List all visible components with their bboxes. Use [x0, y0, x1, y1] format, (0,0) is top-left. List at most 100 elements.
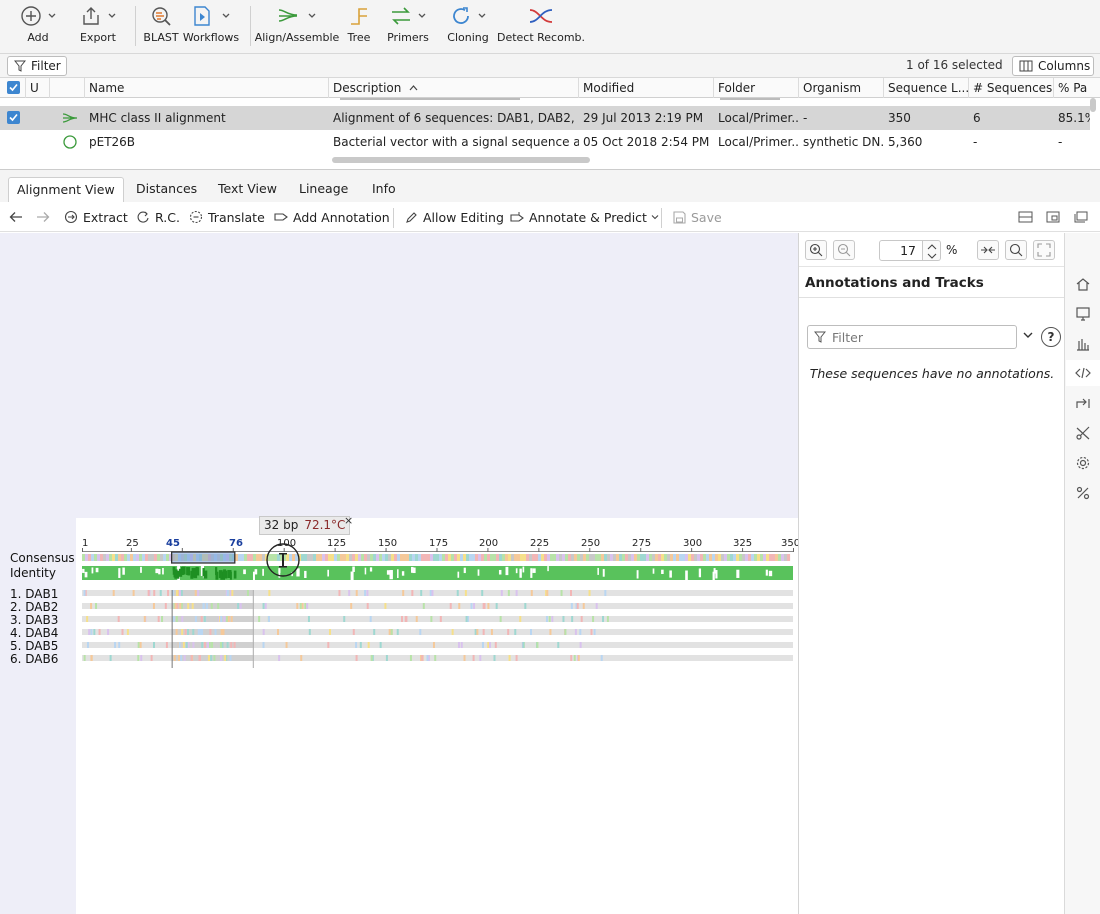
sequence-difference — [301, 603, 304, 609]
column-header-folder[interactable]: Folder — [714, 78, 799, 98]
sequence-difference — [285, 642, 288, 648]
extract-button[interactable]: Extract — [64, 209, 128, 225]
zoom-out-button[interactable] — [833, 240, 855, 260]
zoom-in-button[interactable] — [805, 240, 827, 260]
back-button[interactable] — [9, 209, 28, 225]
consensus-base — [535, 554, 539, 561]
primers-button[interactable]: Primers — [387, 5, 429, 51]
sequence-difference — [350, 603, 353, 609]
row-modified: 29 Jul 2013 2:19 PM — [583, 111, 704, 125]
sequence-difference — [580, 616, 583, 622]
add-annotation-button[interactable]: Add Annotation — [274, 209, 390, 225]
table-row[interactable]: MHC class II alignment Alignment of 6 se… — [0, 106, 1090, 130]
column-header-percent-pairwise[interactable]: % Pa — [1054, 78, 1090, 98]
zoom-to-base-button[interactable] — [1005, 240, 1027, 260]
cloning-button[interactable]: Cloning — [447, 5, 489, 51]
annotation-filter-input[interactable]: Filter — [807, 325, 1017, 349]
align-assemble-button[interactable]: Align/Assemble — [255, 5, 339, 51]
tab-alignment-view[interactable]: Alignment View — [8, 177, 124, 202]
consensus-base — [559, 554, 563, 561]
sequence-difference — [157, 616, 160, 622]
ruler-tick — [589, 548, 591, 552]
restriction-button[interactable] — [1073, 423, 1093, 443]
zoom-stepper[interactable] — [923, 240, 941, 261]
display-button[interactable] — [1073, 304, 1093, 324]
forward-button[interactable] — [36, 209, 55, 225]
consensus-base — [148, 554, 152, 561]
column-header-description[interactable]: Description — [329, 78, 579, 98]
row-checkbox[interactable] — [7, 111, 20, 124]
identity-gap — [412, 567, 416, 574]
split-vertical-button[interactable] — [1046, 209, 1065, 225]
select-all-header[interactable] — [0, 78, 26, 98]
home-button[interactable] — [1073, 274, 1093, 294]
identity-gap — [243, 569, 246, 575]
column-header-u[interactable]: U — [26, 78, 50, 98]
tooltip-close-icon[interactable]: × — [344, 514, 353, 527]
consensus-base — [583, 554, 587, 561]
new-window-button[interactable] — [1074, 209, 1093, 225]
row-organism: - — [803, 111, 808, 125]
ruler-tick — [283, 548, 285, 552]
column-header-organism[interactable]: Organism — [799, 78, 884, 98]
alignment-canvas[interactable]: 32 bp 72.1°C × 1 25 45 76 100 125 150 175… — [0, 233, 800, 914]
code-view-button[interactable] — [1066, 360, 1100, 386]
chevron-down-icon[interactable] — [1022, 330, 1034, 340]
horizontal-scrollbar[interactable] — [332, 157, 590, 163]
tab-text-view[interactable]: Text View — [210, 177, 285, 202]
identity-gap — [715, 570, 718, 579]
column-header-sequence-length[interactable]: Sequence L... — [884, 78, 969, 98]
chevron-down-icon — [478, 13, 485, 18]
allow-editing-button[interactable]: Allow Editing — [405, 209, 504, 225]
table-row[interactable]: pET26B Bacterial vector with a signal se… — [0, 130, 1090, 154]
consensus-base — [715, 554, 719, 561]
tab-distances[interactable]: Distances — [128, 177, 205, 202]
vertical-scrollbar[interactable] — [1090, 98, 1096, 112]
sequence-difference — [210, 655, 213, 661]
sequence-difference — [570, 655, 573, 661]
columns-button[interactable]: Columns — [1012, 56, 1094, 76]
save-button[interactable]: Save — [673, 209, 722, 225]
identity-high — [187, 567, 190, 576]
filter-button[interactable]: Filter — [7, 56, 67, 76]
consensus-base — [550, 554, 554, 561]
help-button[interactable]: ? — [1041, 327, 1061, 347]
export-button[interactable]: Export — [77, 5, 119, 51]
zoom-level-input[interactable]: 17 — [879, 240, 923, 261]
column-header-type[interactable] — [50, 78, 85, 98]
split-horizontal-button[interactable] — [1018, 209, 1038, 225]
translate-button[interactable]: Translate — [189, 209, 265, 225]
blast-button[interactable]: BLAST — [143, 5, 179, 51]
sequence-label-dab6[interactable]: 6. DAB6 — [10, 653, 58, 666]
percent-button[interactable] — [1073, 483, 1093, 503]
settings-button[interactable] — [1073, 453, 1093, 473]
tab-lineage[interactable]: Lineage — [291, 177, 356, 202]
column-header-modified[interactable]: Modified — [579, 78, 714, 98]
tree-button[interactable]: Tree — [344, 5, 374, 51]
primers-icon — [391, 7, 410, 25]
sequence-difference — [439, 616, 442, 622]
reverse-complement-button[interactable]: R.C. — [136, 209, 180, 225]
sequence-difference — [419, 629, 422, 635]
column-header-name[interactable]: Name — [85, 78, 329, 98]
consensus-base — [307, 554, 311, 561]
sequence-difference — [153, 642, 156, 648]
percent-icon — [1076, 486, 1090, 500]
workflows-button[interactable]: Workflows — [183, 5, 239, 51]
sequence-difference — [227, 616, 230, 622]
column-header-num-sequences[interactable]: # Sequences — [969, 78, 1054, 98]
zoom-to-selection-button[interactable] — [977, 240, 999, 260]
annotate-predict-button[interactable]: Annotate & Predict — [510, 209, 664, 225]
fit-to-window-button[interactable] — [1033, 240, 1055, 260]
statistics-button[interactable] — [1073, 334, 1093, 354]
alignment-graphic[interactable] — [76, 538, 798, 668]
add-button[interactable]: Add — [17, 5, 59, 51]
identity-high — [174, 570, 180, 579]
export-view-button[interactable] — [1073, 393, 1093, 413]
sequence-difference — [411, 590, 414, 596]
tab-info[interactable]: Info — [364, 177, 404, 202]
detect-recombination-button[interactable]: Detect Recomb. — [497, 5, 585, 51]
row-description: Bacterial vector with a signal sequence … — [333, 135, 579, 149]
select-all-checkbox[interactable] — [7, 81, 20, 94]
row-num-sequences: - — [973, 135, 978, 149]
